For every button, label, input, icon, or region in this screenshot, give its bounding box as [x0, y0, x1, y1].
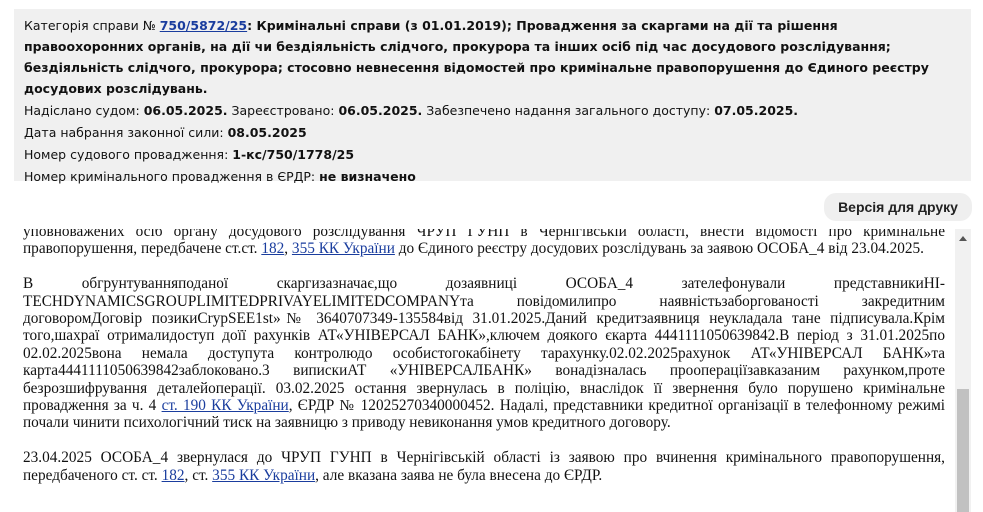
paragraph-text: , ст.: [184, 466, 209, 484]
case-dates-row: Надіслано судом: 06.05.2025. Зареєстрова…: [24, 100, 961, 122]
sent-label: Надіслано судом:: [24, 103, 140, 118]
document-scrollbar[interactable]: [955, 229, 971, 512]
law-link-355[interactable]: 355 КК України: [292, 240, 395, 257]
court-number-value: 1-кс/750/1778/25: [232, 147, 355, 162]
erdr-label: Номер кримінального провадження в ЄРДР:: [24, 169, 316, 184]
print-version-button[interactable]: Версія для друку: [824, 193, 972, 221]
document-paragraph: В обгрунтуванняподаної скаргизазначає,що…: [23, 275, 945, 432]
registered-label: Зареєстровано:: [231, 103, 335, 118]
sent-value: 06.05.2025.: [143, 103, 228, 118]
court-number-row: Номер судового провадження: 1-кс/750/177…: [24, 144, 961, 166]
erdr-number-row: Номер кримінального провадження в ЄРДР: …: [24, 166, 961, 188]
document-paragraph: 23.04.2025 ОСОБА_4 звернулася до ЧРУП ГУ…: [23, 449, 945, 484]
scrollbar-thumb[interactable]: [957, 389, 969, 512]
court-number-label: Номер судового провадження:: [24, 147, 229, 162]
effective-label: Дата набрання законної сили:: [24, 125, 224, 140]
registered-value: 06.05.2025.: [338, 103, 423, 118]
document-paragraph: уповноважених осіб органу досудового роз…: [23, 229, 945, 258]
paragraph-text: В обгрунтуванняподаної скаргизазначає,що…: [23, 275, 945, 415]
law-link-190[interactable]: ст. 190 КК України: [162, 397, 289, 414]
access-value: 07.05.2025.: [714, 103, 799, 118]
document-viewer: уповноважених осіб органу досудового роз…: [14, 229, 971, 512]
case-category: Категорія справи № 750/5872/25: Кримінал…: [24, 15, 961, 99]
erdr-value: не визначено: [319, 169, 416, 184]
scroll-up-arrow-icon[interactable]: [959, 236, 967, 241]
law-link-182[interactable]: 182: [162, 467, 185, 484]
case-info-panel: Категорія справи № 750/5872/25: Кримінал…: [14, 9, 971, 184]
effective-date-row: Дата набрання законної сили: 08.05.2025: [24, 122, 961, 144]
case-number-link[interactable]: 750/5872/25: [160, 18, 247, 33]
law-link-182[interactable]: 182: [261, 240, 284, 257]
paragraph-text: до Єдиного реєстру досудових розслідуван…: [398, 240, 924, 258]
document-text: уповноважених осіб органу досудового роз…: [23, 229, 945, 501]
paragraph-text: , але вказана заява не була внесена до Є…: [315, 466, 603, 484]
law-link-355[interactable]: 355 КК України: [212, 467, 315, 484]
access-label: Забезпечено надання загального доступу:: [426, 103, 711, 118]
paragraph-text: ,: [284, 240, 289, 258]
category-label: Категорія справи №: [24, 18, 156, 33]
effective-value: 08.05.2025: [227, 125, 307, 140]
